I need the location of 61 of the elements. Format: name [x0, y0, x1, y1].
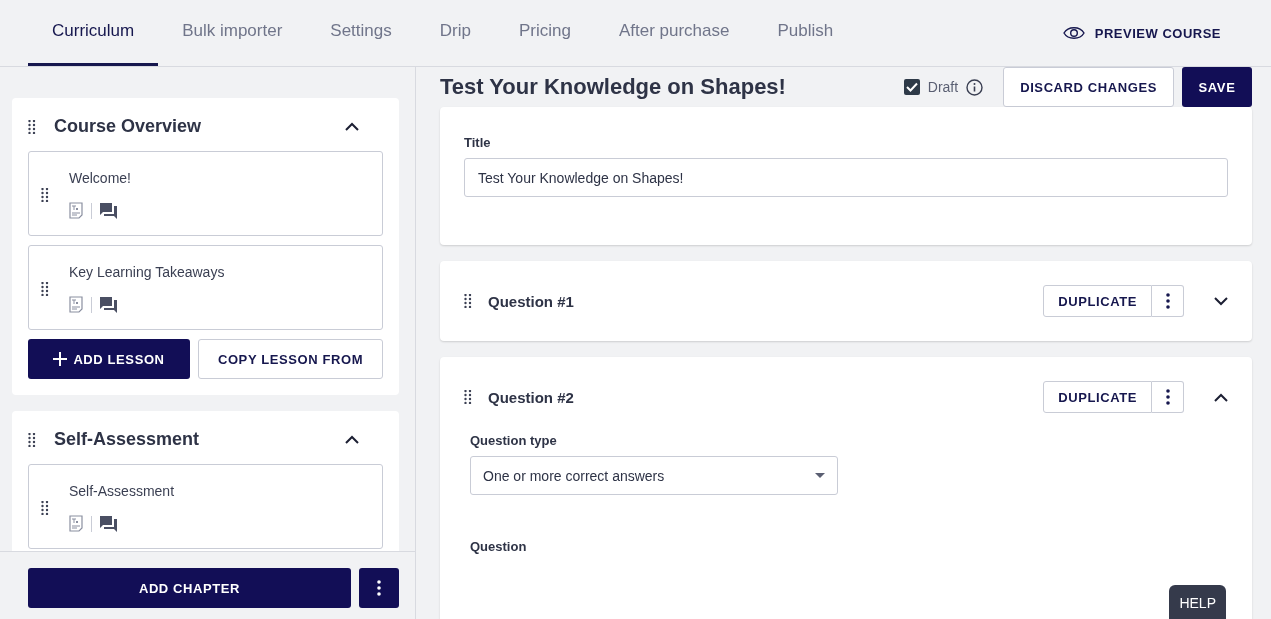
lesson-card[interactable]: Welcome! — [28, 151, 383, 236]
preview-course-button[interactable]: PREVIEW COURSE — [1056, 24, 1227, 42]
more-options-button[interactable] — [1152, 285, 1184, 317]
tab[interactable]: Settings — [306, 0, 416, 66]
more-options-button[interactable] — [359, 568, 399, 608]
tab[interactable]: Pricing — [494, 0, 595, 66]
plus-icon — [53, 352, 68, 366]
add-lesson-button[interactable]: ADD LESSON — [28, 339, 190, 379]
help-button[interactable]: HELP — [1169, 585, 1226, 619]
duplicate-button[interactable]: DUPLICATE — [1043, 285, 1152, 317]
lesson-card[interactable]: Self-Assessment — [28, 464, 383, 549]
field-label: Question type — [470, 433, 558, 448]
add-chapter-button[interactable]: ADD CHAPTER — [28, 568, 351, 608]
tab[interactable]: Publish — [753, 0, 858, 66]
drag-handle-icon[interactable] — [28, 119, 36, 134]
field-label: Question — [470, 539, 528, 554]
info-icon[interactable] — [966, 78, 984, 96]
chapter-title: Self-Assessment — [54, 429, 201, 450]
tab[interactable]: Curriculum — [28, 0, 159, 66]
chat-icon — [100, 515, 117, 532]
drag-handle-icon[interactable] — [28, 432, 36, 447]
document-icon — [69, 296, 83, 313]
chat-icon — [100, 202, 117, 219]
chevron-up-icon[interactable] — [1214, 392, 1228, 402]
document-icon — [69, 202, 83, 219]
more-options-button[interactable] — [1152, 381, 1184, 413]
copy-lesson-button[interactable]: COPY LESSON FROM — [198, 339, 383, 379]
drag-handle-icon[interactable] — [41, 500, 49, 515]
lesson-title: Key Learning Takeaways — [69, 264, 225, 280]
question-type-dropdown[interactable]: One or more correct answers — [470, 456, 838, 495]
quiz-title: Test Your Knowledge on Shapes! — [440, 74, 787, 100]
drag-handle-icon[interactable] — [464, 294, 472, 308]
more-icon — [1165, 389, 1170, 405]
caret-icon — [815, 473, 825, 478]
drag-handle-icon[interactable] — [41, 187, 49, 202]
draft-label: Draft — [927, 79, 959, 95]
eye-icon — [1062, 26, 1085, 40]
more-icon — [1165, 293, 1170, 309]
lesson-title: Self-Assessment — [69, 483, 175, 499]
save-button[interactable]: SAVE — [1182, 67, 1252, 107]
question-title: Question #2 — [488, 388, 575, 406]
chevron-up-icon[interactable] — [345, 435, 359, 444]
chevron-down-icon[interactable] — [1214, 296, 1228, 306]
drag-handle-icon[interactable] — [41, 281, 49, 296]
title-input-field[interactable]: Test Your Knowledge on Shapes! — [464, 158, 1228, 197]
lesson-card[interactable]: Key Learning Takeaways — [28, 245, 383, 330]
more-icon — [377, 580, 381, 596]
discard-changes-button[interactable]: DISCARD CHANGES — [1003, 67, 1174, 107]
draft-checkbox[interactable] — [903, 79, 920, 95]
chat-icon — [100, 296, 117, 313]
chevron-up-icon[interactable] — [345, 122, 359, 131]
question-title: Question #1 — [488, 292, 575, 310]
tab[interactable]: Drip — [415, 0, 495, 66]
field-label: Title — [464, 135, 492, 150]
chapter-title: Course Overview — [54, 116, 203, 137]
tab[interactable]: Bulk importer — [158, 0, 307, 66]
duplicate-button[interactable]: DUPLICATE — [1043, 381, 1152, 413]
document-icon — [69, 515, 83, 532]
drag-handle-icon[interactable] — [464, 390, 472, 404]
lesson-title: Welcome! — [69, 170, 131, 186]
tab[interactable]: After purchase — [594, 0, 754, 66]
